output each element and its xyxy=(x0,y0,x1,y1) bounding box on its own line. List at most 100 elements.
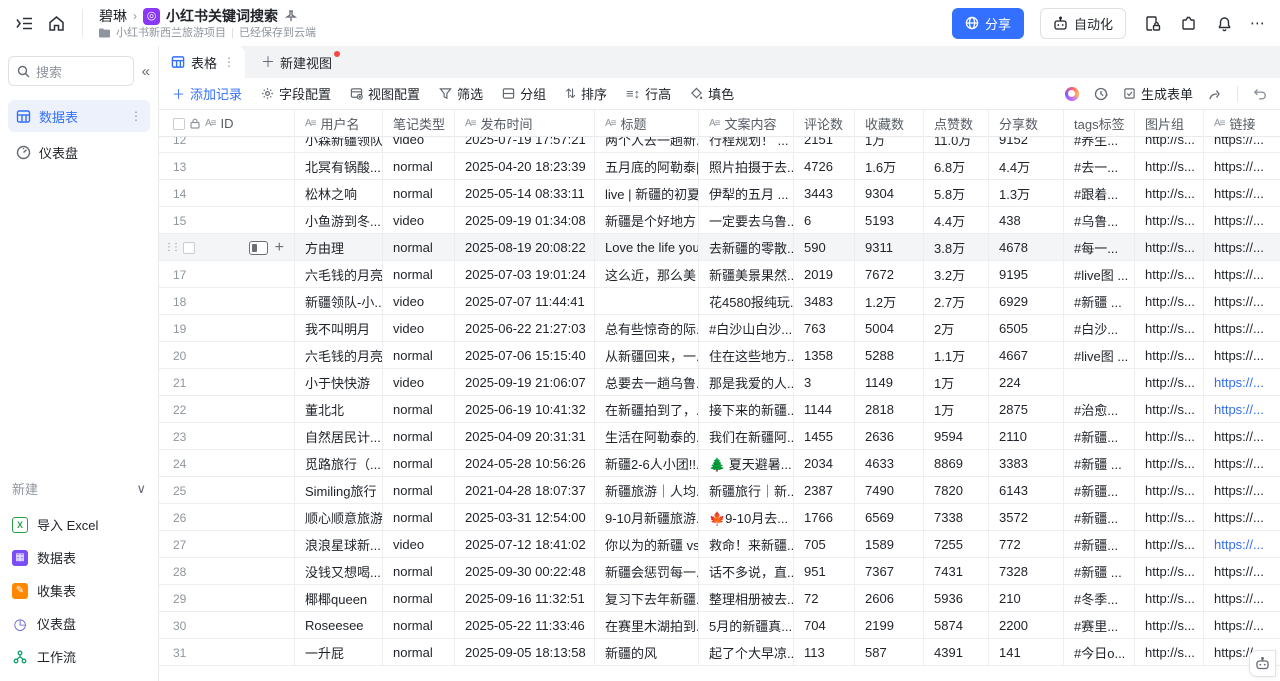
cell-link[interactable]: https://... xyxy=(1204,531,1280,558)
cell-likes[interactable]: 2万 xyxy=(924,315,989,342)
cell-likes[interactable]: 5874 xyxy=(924,612,989,639)
cell-content[interactable]: 5月的新疆真... xyxy=(699,612,794,639)
cell-time[interactable]: 2025-07-12 18:41:02 xyxy=(455,531,595,558)
cell-time[interactable]: 2024-05-28 10:56:26 xyxy=(455,450,595,477)
cell-images[interactable]: http://s... xyxy=(1135,531,1204,558)
tab-grid-view[interactable]: 表格 ⋮ xyxy=(159,46,245,78)
cell-shares[interactable]: 4667 xyxy=(989,342,1064,369)
cell-title[interactable]: live | 新疆的初夏 xyxy=(595,180,699,207)
cell-favs[interactable]: 7490 xyxy=(855,477,924,504)
cell-content[interactable]: 🌲 夏天避暑... xyxy=(699,450,794,477)
ai-assistant-icon[interactable] xyxy=(1065,87,1079,101)
cell-id[interactable]: 30 xyxy=(159,612,295,639)
cell-id[interactable]: 29 xyxy=(159,585,295,612)
cell-time[interactable]: 2025-06-19 10:41:32 xyxy=(455,396,595,423)
column-header-user[interactable]: A≡用户名 xyxy=(295,110,383,137)
cell-user[interactable]: 顺心顺意旅游 xyxy=(295,504,383,531)
cell-user[interactable]: 我不叫明月 xyxy=(295,315,383,342)
cell-likes[interactable]: 7338 xyxy=(924,504,989,531)
cell-link[interactable]: https://... xyxy=(1204,342,1280,369)
cell-tags[interactable]: #新疆... xyxy=(1064,423,1135,450)
home-icon[interactable] xyxy=(46,13,66,33)
cell-link[interactable]: https://... xyxy=(1204,369,1280,396)
cell-images[interactable]: http://s... xyxy=(1135,207,1204,234)
cell-type[interactable]: normal xyxy=(383,180,455,207)
collapse-sidebar-icon[interactable]: « xyxy=(142,63,150,80)
cell-type[interactable]: normal xyxy=(383,585,455,612)
cell-content[interactable]: 住在这些地方... xyxy=(699,342,794,369)
cell-type[interactable]: video xyxy=(383,207,455,234)
cell-images[interactable]: http://s... xyxy=(1135,342,1204,369)
cell-type[interactable]: video xyxy=(383,369,455,396)
cell-type[interactable]: normal xyxy=(383,396,455,423)
table-row[interactable]: 20六毛钱的月亮normal2025-07-06 15:15:40从新疆回来，一… xyxy=(159,342,1280,369)
cell-favs[interactable]: 5193 xyxy=(855,207,924,234)
cell-title[interactable]: 新疆旅游｜人均... xyxy=(595,477,699,504)
cell-shares[interactable]: 6929 xyxy=(989,288,1064,315)
cell-user[interactable]: 自然居民计... xyxy=(295,423,383,450)
notification-bell-icon[interactable] xyxy=(1214,13,1234,33)
cell-likes[interactable]: 6.8万 xyxy=(924,153,989,180)
cell-comments[interactable]: 705 xyxy=(794,531,855,558)
cell-user[interactable]: 六毛钱的月亮 xyxy=(295,342,383,369)
cell-shares[interactable]: 2200 xyxy=(989,612,1064,639)
cell-user[interactable]: 北冥有锅酸... xyxy=(295,153,383,180)
insert-row-button[interactable]: + xyxy=(275,241,284,255)
cell-title[interactable]: 这么近，那么美！ xyxy=(595,261,699,288)
widget-icon[interactable] xyxy=(1178,13,1198,33)
cell-title[interactable]: 新疆是个好地方 xyxy=(595,207,699,234)
cell-comments[interactable]: 2019 xyxy=(794,261,855,288)
cell-id[interactable]: 24 xyxy=(159,450,295,477)
cell-comments[interactable]: 3483 xyxy=(794,288,855,315)
cell-shares[interactable]: 1.3万 xyxy=(989,180,1064,207)
cell-link[interactable]: https://... xyxy=(1204,288,1280,315)
table-row[interactable]: 18新疆领队-小...video2025-07-07 11:44:41花4580… xyxy=(159,288,1280,315)
assistant-float-button[interactable] xyxy=(1249,650,1276,677)
cell-images[interactable]: http://s... xyxy=(1135,477,1204,504)
create-item-dashboard[interactable]: ◷ 仪表盘 xyxy=(8,607,150,640)
cell-content[interactable]: 🍁9-10月去... xyxy=(699,504,794,531)
cell-likes[interactable]: 5936 xyxy=(924,585,989,612)
cell-favs[interactable]: 1.6万 xyxy=(855,153,924,180)
column-header-title[interactable]: A≡标题 xyxy=(595,110,699,137)
more-menu-icon[interactable]: ⋯ xyxy=(1250,14,1266,32)
cell-favs[interactable]: 7672 xyxy=(855,261,924,288)
cell-tags[interactable] xyxy=(1064,369,1135,396)
cell-shares[interactable]: 3572 xyxy=(989,504,1064,531)
cell-id[interactable]: 12 xyxy=(159,137,295,153)
cell-content[interactable]: #白沙山白沙... xyxy=(699,315,794,342)
cell-user[interactable]: 椰椰queen xyxy=(295,585,383,612)
cell-time[interactable]: 2025-03-31 12:54:00 xyxy=(455,504,595,531)
cell-link[interactable]: https://... xyxy=(1204,450,1280,477)
drag-handle-icon[interactable]: ⋮⋮ xyxy=(164,242,178,253)
cell-type[interactable]: normal xyxy=(383,261,455,288)
column-header-likes[interactable]: 点赞数 xyxy=(924,110,989,137)
cell-content[interactable]: 新疆旅行｜新... xyxy=(699,477,794,504)
column-header-favs[interactable]: 收藏数 xyxy=(855,110,924,137)
cell-favs[interactable]: 6569 xyxy=(855,504,924,531)
cell-comments[interactable]: 763 xyxy=(794,315,855,342)
cell-shares[interactable]: 6505 xyxy=(989,315,1064,342)
cell-id[interactable]: 18 xyxy=(159,288,295,315)
cell-tags[interactable]: #新疆... xyxy=(1064,504,1135,531)
generate-form-button[interactable]: 生成表单 xyxy=(1123,84,1193,103)
cell-title[interactable]: 你以为的新疆 vs... xyxy=(595,531,699,558)
cell-tags[interactable]: #每一... xyxy=(1064,234,1135,261)
cell-type[interactable]: normal xyxy=(383,342,455,369)
table-row[interactable]: 31一升屁normal2025-09-05 18:13:58新疆的风起了个大早凉… xyxy=(159,639,1280,666)
table-row[interactable]: 21小于快快游video2025-09-19 21:06:07总要去一趟乌鲁..… xyxy=(159,369,1280,396)
cell-link[interactable]: https://... xyxy=(1204,396,1280,423)
cell-time[interactable]: 2025-08-19 20:08:22 xyxy=(455,234,595,261)
cell-comments[interactable]: 1144 xyxy=(794,396,855,423)
cell-type[interactable]: normal xyxy=(383,558,455,585)
column-header-type[interactable]: 笔记类型 xyxy=(383,110,455,137)
cell-shares[interactable]: 224 xyxy=(989,369,1064,396)
cell-type[interactable]: normal xyxy=(383,450,455,477)
project-name[interactable]: 小红书新西兰旅游项目 xyxy=(116,27,226,39)
cell-shares[interactable]: 2875 xyxy=(989,396,1064,423)
cell-favs[interactable]: 9311 xyxy=(855,234,924,261)
cell-favs[interactable]: 5004 xyxy=(855,315,924,342)
create-item-datatable[interactable]: ▦ 数据表 xyxy=(8,541,150,574)
doc-permission-icon[interactable] xyxy=(1142,13,1162,33)
cell-content[interactable]: 起了个大早凉... xyxy=(699,639,794,666)
